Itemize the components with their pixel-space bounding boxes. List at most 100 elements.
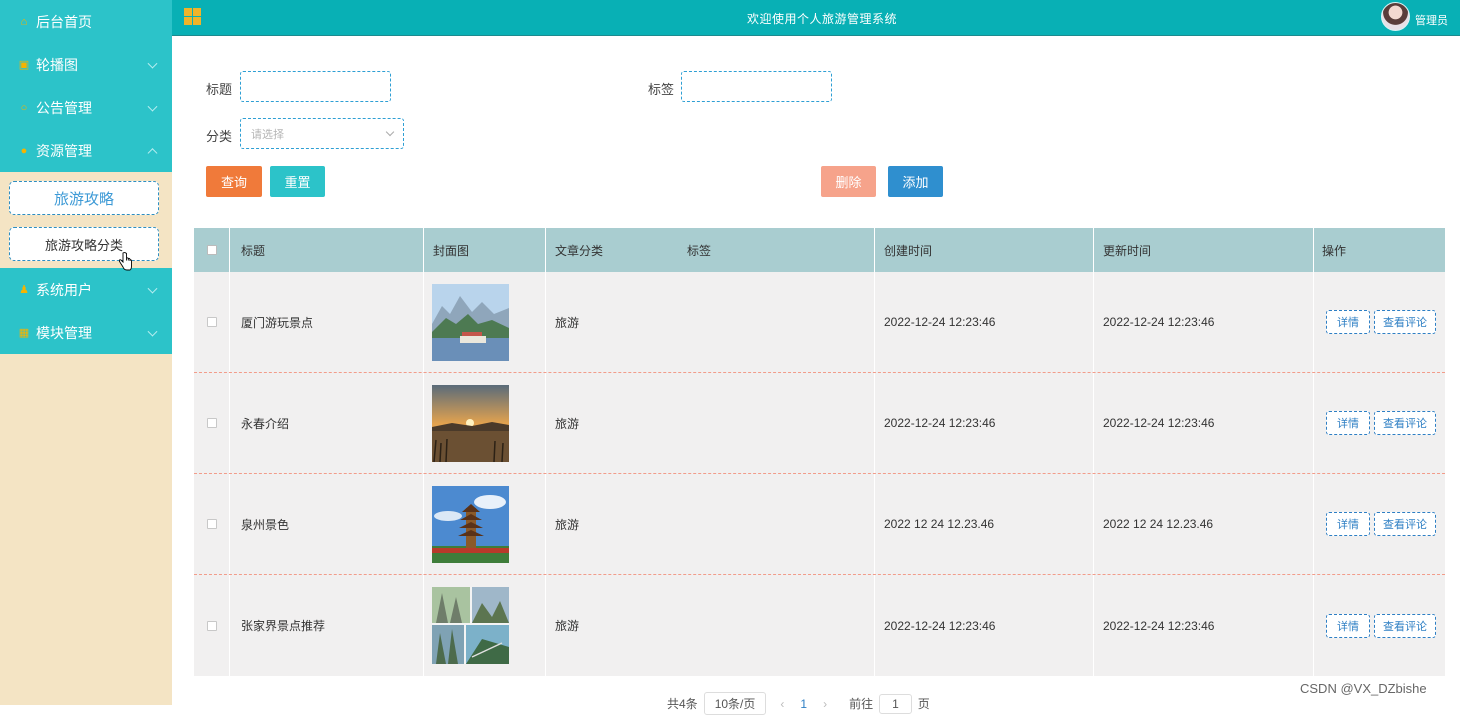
sidebar-item-label: 公告管理 <box>36 99 92 116</box>
row-cover <box>424 272 546 372</box>
sidebar-item-label: 资源管理 <box>36 142 92 159</box>
pager-size-select[interactable]: 10条/页 <box>703 692 767 715</box>
avatar[interactable] <box>1381 2 1410 31</box>
add-button[interactable]: 添加 <box>888 166 943 197</box>
column-created[interactable]: 创建时间 <box>875 228 1094 272</box>
category-select[interactable]: 请选择 <box>240 118 404 149</box>
sidebar-item-users[interactable]: ♟ 系统用户 <box>0 268 172 311</box>
pagination: 共4条 10条/页 ‹ 1 › 前往 1 页 <box>667 692 930 715</box>
category-label: 分类 <box>206 129 233 144</box>
reset-button[interactable]: 重置 <box>270 166 325 197</box>
home-icon: ⌂ <box>20 15 28 28</box>
pager-page-current[interactable]: 1 <box>800 697 807 711</box>
pager-total: 共4条 <box>667 697 698 711</box>
mountain-collage-icon <box>432 587 509 664</box>
row-cover <box>424 373 546 473</box>
detail-button[interactable]: 详情 <box>1326 310 1370 334</box>
row-checkbox[interactable] <box>206 418 217 428</box>
pagoda-icon <box>432 485 509 563</box>
sidebar-item-modules[interactable]: ▦ 模块管理 <box>0 311 172 354</box>
chevron-down-icon <box>147 101 158 112</box>
column-title[interactable]: 标题 <box>230 228 424 272</box>
tag-label: 标签 <box>648 82 675 97</box>
view-comments-button[interactable]: 查看评论 <box>1374 411 1436 435</box>
header-username[interactable]: 管理员 <box>1415 12 1448 28</box>
main-content: 标题 标签 分类 请选择 查询 重置 删除 添加 标题 封面图 文章分类 标签 … <box>172 37 1460 715</box>
row-actions: 详情 查看评论 <box>1314 373 1445 473</box>
row-checkbox-cell <box>194 373 230 473</box>
shield-icon: ● <box>20 144 28 157</box>
data-table: 标题 封面图 文章分类 标签 创建时间 更新时间 操作 厦门游玩景点 旅游 20… <box>194 228 1445 676</box>
view-comments-button[interactable]: 查看评论 <box>1374 310 1436 334</box>
submenu-travel-guide[interactable]: 旅游攻略 <box>9 181 159 215</box>
top-header: 欢迎使用个人旅游管理系统 管理员 <box>172 0 1460 36</box>
sidebar-item-notice[interactable]: ○ 公告管理 <box>0 86 172 129</box>
sunset-lake-icon <box>432 384 509 462</box>
row-category: 旅游 <box>546 272 875 372</box>
watermark: CSDN @VX_DZbishe <box>1300 681 1427 696</box>
row-actions: 详情 查看评论 <box>1314 575 1445 676</box>
column-updated[interactable]: 更新时间 <box>1094 228 1314 272</box>
tag-input[interactable] <box>681 71 832 102</box>
detail-button[interactable]: 详情 <box>1326 512 1370 536</box>
delete-button[interactable]: 删除 <box>821 166 876 197</box>
chevron-down-icon <box>147 58 158 69</box>
sidebar-item-resource[interactable]: ● 资源管理 <box>0 129 172 172</box>
circle-icon: ○ <box>20 101 28 114</box>
row-checkbox-cell <box>194 575 230 676</box>
view-comments-button[interactable]: 查看评论 <box>1374 512 1436 536</box>
table-row: 厦门游玩景点 旅游 2022-12-24 12:23:46 2022-12-24… <box>194 272 1445 373</box>
table-header: 标题 封面图 文章分类 标签 创建时间 更新时间 操作 <box>194 228 1445 272</box>
chevron-up-icon <box>147 147 158 158</box>
category-placeholder: 请选择 <box>251 128 284 141</box>
sidebar-item-label: 后台首页 <box>36 13 92 30</box>
detail-button[interactable]: 详情 <box>1326 411 1370 435</box>
column-cover: 封面图 <box>424 228 546 272</box>
pager-unit: 页 <box>917 697 930 711</box>
lake-island-icon <box>432 283 509 361</box>
table-row: 泉州景色 旅游 2022 12 24 12.23.46 2022 12 24 1… <box>194 474 1445 575</box>
row-cover <box>424 474 546 574</box>
submenu-travel-guide-category[interactable]: 旅游攻略分类 <box>9 227 159 261</box>
row-created: 2022-12-24 12:23:46 <box>875 575 1094 676</box>
row-updated: 2022-12-24 12:23:46 <box>1094 575 1314 676</box>
row-actions: 详情 查看评论 <box>1314 272 1445 372</box>
row-category: 旅游 <box>546 474 875 574</box>
row-checkbox[interactable] <box>206 620 217 631</box>
row-created: 2022 12 24 12.23.46 <box>875 474 1094 574</box>
sidebar-item-carousel[interactable]: ▣ 轮播图 <box>0 43 172 86</box>
row-created: 2022-12-24 12:23:46 <box>875 272 1094 372</box>
row-category: 旅游 <box>546 373 875 473</box>
row-checkbox-cell <box>194 272 230 372</box>
sidebar-item-label: 轮播图 <box>36 56 78 73</box>
query-button[interactable]: 查询 <box>206 166 262 197</box>
select-all-checkbox[interactable] <box>206 245 217 255</box>
row-title: 泉州景色 <box>230 474 424 574</box>
row-checkbox-cell <box>194 474 230 574</box>
view-comments-button[interactable]: 查看评论 <box>1374 613 1436 638</box>
row-title: 永春介绍 <box>230 373 424 473</box>
pager-goto-input[interactable]: 1 <box>879 693 912 714</box>
sidebar-item-home[interactable]: ⌂ 后台首页 <box>0 0 172 43</box>
row-checkbox[interactable] <box>206 317 217 327</box>
row-created: 2022-12-24 12:23:46 <box>875 373 1094 473</box>
column-actions: 操作 <box>1322 243 1347 258</box>
column-category: 文章分类 标签 <box>546 228 875 272</box>
grid-icon: ▦ <box>18 327 30 339</box>
chevron-down-icon <box>147 326 158 337</box>
detail-button[interactable]: 详情 <box>1326 613 1370 638</box>
row-title: 厦门游玩景点 <box>230 272 424 372</box>
column-category-label[interactable]: 文章分类 <box>555 242 603 259</box>
row-checkbox[interactable] <box>206 519 217 529</box>
chevron-down-icon <box>147 283 158 294</box>
table-row: 永春介绍 旅游 2022-12-24 12:23:46 2022-12-24 1… <box>194 373 1445 474</box>
chevron-down-icon <box>385 127 395 137</box>
pager-next-icon[interactable]: › <box>823 697 827 711</box>
title-input[interactable] <box>240 71 391 102</box>
pager-goto-label: 前往 <box>849 697 874 711</box>
table-row: 张家界景点推荐 旅游 2022-12-24 12:23:46 2022-12-2 <box>194 575 1445 676</box>
row-title: 张家界景点推荐 <box>230 575 424 676</box>
row-updated: 2022 12 24 12.23.46 <box>1094 474 1314 574</box>
user-icon: ♟ <box>19 284 29 296</box>
pager-prev-icon[interactable]: ‹ <box>780 697 784 711</box>
